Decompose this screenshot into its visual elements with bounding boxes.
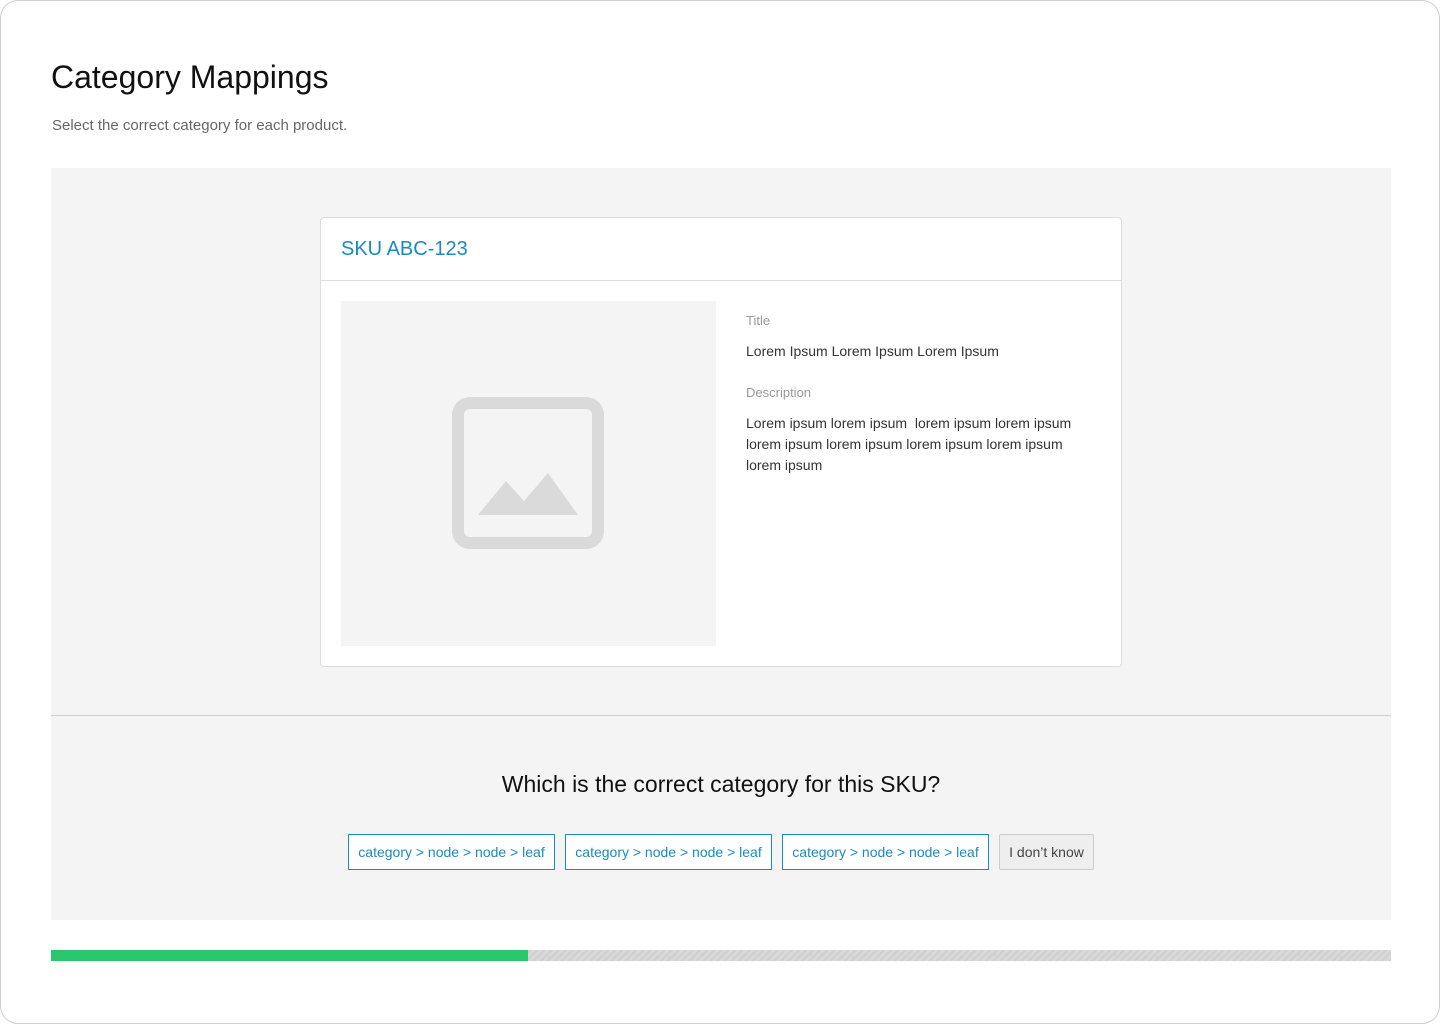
sku-title: SKU ABC-123 — [341, 238, 468, 260]
category-option-button[interactable]: category > node > node > leaf — [565, 834, 772, 870]
title-value: Lorem Ipsum Lorem Ipsum Lorem Ipsum — [746, 343, 999, 359]
progress-bar — [51, 950, 1391, 961]
page-subtitle: Select the correct category for each pro… — [52, 117, 348, 134]
title-label: Title — [746, 313, 771, 328]
mapping-workspace: SKU ABC-123 Title Lorem Ipsum Lorem Ipsu… — [51, 168, 1391, 920]
category-option-button[interactable]: category > node > node > leaf — [348, 834, 555, 870]
progress-bar-fill — [51, 950, 529, 961]
dont-know-button[interactable]: I don’t know — [999, 834, 1094, 870]
category-option-button[interactable]: category > node > node > leaf — [782, 834, 989, 870]
page-title: Category Mappings — [51, 59, 329, 95]
description-label: Description — [746, 385, 812, 400]
image-placeholder-icon — [452, 397, 604, 549]
category-options: category > node > node > leaf category >… — [348, 834, 1094, 870]
category-question: Which is the correct category for this S… — [501, 771, 941, 797]
section-divider — [51, 715, 1391, 716]
product-card: SKU ABC-123 Title Lorem Ipsum Lorem Ipsu… — [320, 217, 1122, 667]
product-details: Title Lorem Ipsum Lorem Ipsum Lorem Ipsu… — [746, 312, 1086, 476]
description-value: Lorem ipsum lorem ipsum lorem ipsum lore… — [746, 415, 1076, 473]
product-card-header: SKU ABC-123 — [321, 218, 1121, 281]
app-window: Category Mappings Select the correct cat… — [0, 0, 1440, 1024]
product-image — [341, 301, 716, 646]
